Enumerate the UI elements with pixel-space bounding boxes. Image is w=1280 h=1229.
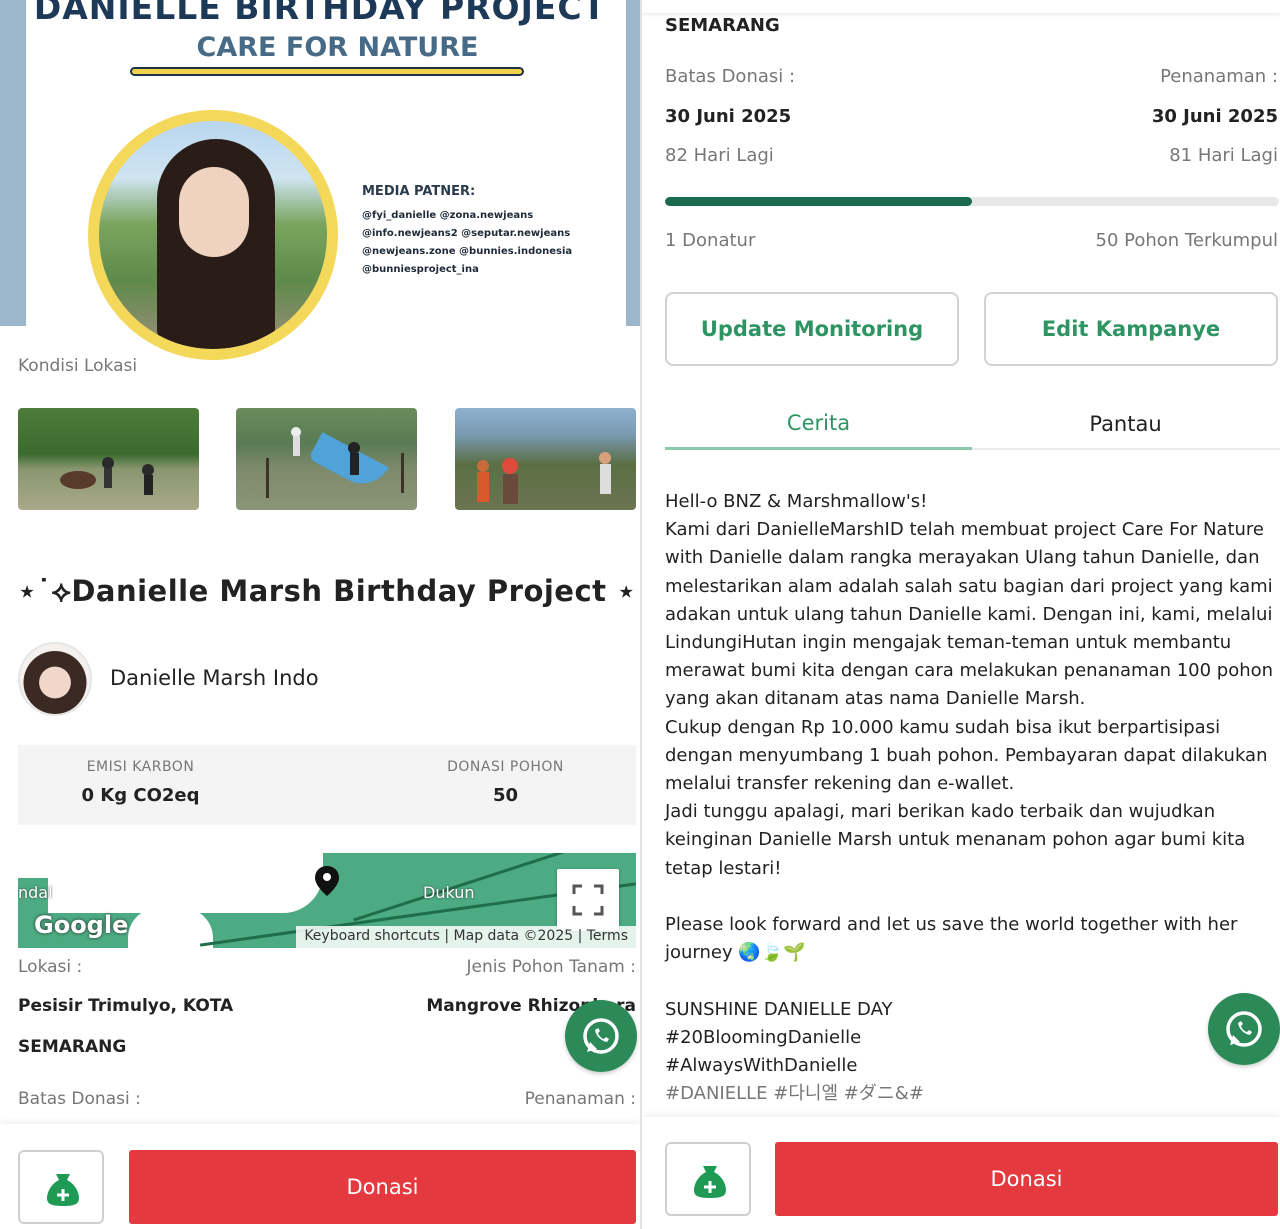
map-sea (18, 853, 48, 878)
location-map[interactable]: ndal Dukun Google Keyboard shortcuts | M… (18, 853, 636, 948)
banner-title: DANIELLE BIRTHDAY PROJECT (33, 0, 607, 27)
donatur-count: 1 Donatur (665, 230, 756, 251)
right-screenshot: SEMARANG Batas Donasi : Penanaman : 30 J… (642, 0, 1280, 1229)
batas-donasi-label: Batas Donasi : (665, 66, 796, 87)
penanaman-date: 30 Juni 2025 (1151, 106, 1278, 127)
owner-avatar[interactable] (18, 642, 92, 716)
pohon-terkumpul: 50 Pohon Terkumpul (1095, 230, 1278, 251)
penanaman-remaining: 81 Hari Lagi (1169, 145, 1278, 166)
story-spacer (665, 967, 1275, 995)
story-paragraph: Hell-o BNZ & Marshmallow's! (665, 491, 928, 512)
donation-progress-bar (665, 197, 1279, 206)
story-paragraph: Kami dari DanielleMarshID telah membuat … (665, 519, 1274, 710)
location-tail: SEMARANG (665, 15, 780, 36)
tab-cerita[interactable]: Cerita (665, 398, 972, 450)
media-partner-line: @fyi_danielle @zona.newjeans (362, 210, 534, 221)
media-partner-line: @info.newjeans2 @seputar.newjeans (362, 228, 571, 239)
media-partner-line: @newjeans.zone @bunnies.indonesia (362, 246, 573, 257)
photo-figures (60, 457, 154, 495)
tab-pantau[interactable]: Pantau (972, 398, 1279, 450)
tab-underline (972, 448, 1280, 450)
emisi-label: EMISI KARBON (86, 759, 195, 775)
story-paragraph: Jadi tunggu apalagi, mari berikan kado t… (665, 801, 1246, 879)
location-photo[interactable] (236, 408, 417, 510)
donasi-pohon-label: DONASI POHON (447, 759, 564, 775)
banner-photo-frame (88, 110, 338, 360)
photo-figures (266, 427, 404, 498)
money-bag-icon (694, 1166, 726, 1198)
media-partner-line: @bunniesproject_ina (362, 264, 479, 275)
story-paragraph: Cukup dengan Rp 10.000 kamu sudah bisa i… (665, 716, 1268, 795)
map-place-label: Dukun (423, 883, 475, 902)
story-hashtag-faded: #DANIELLE #다니엘 #ダニ&# (665, 1083, 924, 1105)
whatsapp-button[interactable] (565, 1000, 637, 1072)
banner-subtitle: CARE FOR NATURE (196, 32, 479, 63)
penanaman-label: Penanaman : (1160, 66, 1278, 87)
campaign-banner: DANIELLE BIRTHDAY PROJECT CARE FOR NATUR… (0, 0, 640, 360)
map-sea (48, 853, 323, 913)
top-edge (642, 0, 1280, 13)
lokasi-label: Lokasi : (18, 957, 83, 977)
money-bag-icon (47, 1174, 79, 1206)
story-hashtag: #AlwaysWithDanielle (665, 1055, 858, 1077)
whatsapp-icon (1226, 1011, 1262, 1047)
whatsapp-icon (583, 1018, 619, 1054)
fullscreen-icon (572, 884, 604, 916)
emisi-value: 0 Kg CO2eq (81, 785, 200, 806)
donasi-pohon-stat: DONASI POHON 50 (428, 759, 583, 806)
donasi-button[interactable]: Donasi (129, 1150, 636, 1224)
photo-face (179, 167, 249, 257)
location-photo[interactable] (18, 408, 199, 510)
lokasi-value-2: SEMARANG (18, 1037, 127, 1057)
batas-donasi-remaining: 82 Hari Lagi (665, 145, 774, 166)
whatsapp-button[interactable] (1208, 993, 1280, 1065)
media-partner-heading: MEDIA PATNER: (362, 184, 476, 199)
story-paragraph: SUNSHINE DANIELLE DAY (665, 998, 893, 1020)
story-hashtag: #20BloomingDanielle (665, 1026, 862, 1048)
bottom-action-bar: Donasi (0, 1124, 640, 1229)
banner-underline (130, 67, 524, 76)
location-photo[interactable] (455, 408, 636, 510)
batas-donasi-date: 30 Juni 2025 (665, 106, 792, 127)
money-bag-button[interactable] (665, 1142, 751, 1216)
donation-progress-fill (665, 197, 972, 206)
project-title: ⋆˙⟡Danielle Marsh Birthday Project ⋆˙⟡ (18, 574, 640, 608)
penanaman-label: Penanaman : (524, 1089, 636, 1109)
donasi-button[interactable]: Donasi (775, 1142, 1278, 1216)
stats-box: EMISI KARBON 0 Kg CO2eq DONASI POHON 50 (18, 745, 636, 825)
map-place-label: ndal (18, 883, 53, 902)
left-screenshot: DANIELLE BIRTHDAY PROJECT CARE FOR NATUR… (0, 0, 640, 1229)
owner-name[interactable]: Danielle Marsh Indo (110, 666, 319, 690)
donasi-pohon-value: 50 (492, 785, 519, 806)
money-bag-button[interactable] (18, 1150, 104, 1224)
location-photos (18, 408, 636, 510)
google-logo: Google (34, 911, 129, 939)
kondisi-lokasi-label: Kondisi Lokasi (18, 356, 138, 376)
map-pin-icon[interactable] (315, 866, 339, 896)
bottom-action-bar: Donasi (642, 1117, 1280, 1229)
story-spacer (665, 883, 1275, 911)
banner-photo (99, 121, 327, 349)
story-paragraph: Please look forward and let us save the … (665, 914, 1238, 964)
jenis-pohon-label: Jenis Pohon Tanam : (466, 957, 636, 977)
lokasi-value: Pesisir Trimulyo, KOTA (18, 996, 234, 1016)
photo-figures (477, 452, 611, 504)
batas-donasi-label: Batas Donasi : (18, 1089, 141, 1109)
emisi-stat: EMISI KARBON 0 Kg CO2eq (63, 759, 218, 806)
map-attribution[interactable]: Keyboard shortcuts | Map data ©2025 | Te… (296, 926, 636, 948)
fullscreen-button[interactable] (557, 869, 619, 931)
media-partner-block: MEDIA PATNER: @fyi_danielle @zona.newjea… (362, 184, 612, 279)
map-sea (128, 908, 213, 948)
story-text: Hell-o BNZ & Marshmallow's! Kami dari Da… (665, 488, 1275, 1108)
update-monitoring-button[interactable]: Update Monitoring (665, 292, 959, 366)
edit-kampanye-button[interactable]: Edit Kampanye (984, 292, 1278, 366)
